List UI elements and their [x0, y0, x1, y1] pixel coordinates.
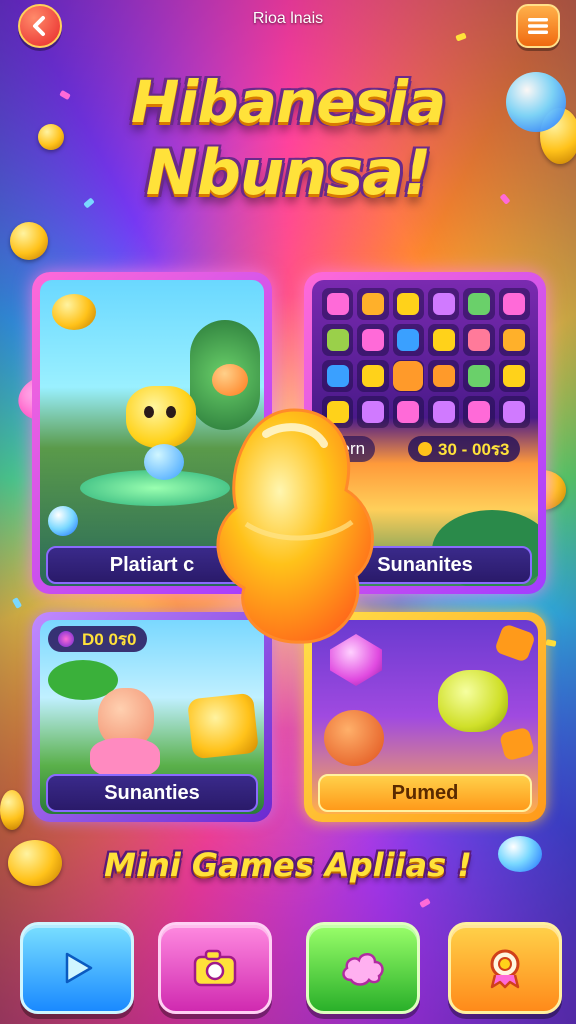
creature-eye-right [166, 406, 176, 418]
cloud-button[interactable] [306, 922, 420, 1014]
gem-cell [463, 360, 495, 392]
creature-eye-left [144, 406, 154, 418]
camera-icon [193, 949, 237, 987]
game-title-line-1: Hibanesia [130, 68, 446, 136]
confetti-decoration [545, 639, 557, 647]
gem-cell [392, 324, 424, 356]
coin-icon [418, 442, 432, 456]
blue-candy-ball [144, 444, 184, 480]
orange-candy [212, 364, 248, 396]
location-badge-button[interactable] [448, 922, 562, 1014]
card-2-score-value: 30 - 00ร3 [438, 439, 510, 459]
orange-candy-chunk [493, 623, 537, 663]
cartoon-creature [126, 386, 196, 448]
hamburger-menu-icon [528, 18, 548, 34]
menu-button[interactable] [516, 4, 560, 48]
cloud-icon [342, 953, 384, 986]
game-title-line-2: Nbunsa! [145, 136, 432, 209]
orange-cat-creature [324, 710, 384, 766]
play-icon [65, 952, 93, 984]
subtitle: Mini Games Apliias ! [104, 846, 472, 884]
card-3-label: Sunanties [46, 774, 258, 812]
top-bar: Rioa lnais [0, 0, 576, 48]
gem-cell [498, 288, 530, 320]
sponge-creature [187, 692, 259, 760]
card-3-score-value: D0 0ร0 [82, 629, 137, 649]
gem-cell [498, 360, 530, 392]
gem-cell [357, 360, 389, 392]
gem-cell [498, 396, 530, 428]
card-3-score: D0 0ร0 [48, 626, 147, 652]
app-title: Rioa lnais [252, 10, 324, 27]
card-4-label: Pumed [318, 774, 532, 812]
play-button[interactable] [20, 922, 134, 1014]
gem-cell [392, 288, 424, 320]
confetti-decoration [11, 597, 23, 609]
gem-cell [357, 324, 389, 356]
card-2-score: 30 - 00ร3 [408, 436, 520, 462]
gem-cell [357, 288, 389, 320]
gem-cell [463, 396, 495, 428]
gem-cell [428, 288, 460, 320]
gem-cell [463, 288, 495, 320]
gem-icon [58, 631, 74, 647]
confetti-decoration [419, 897, 431, 909]
coin-decoration [0, 790, 24, 830]
gem-cell [463, 324, 495, 356]
gem-cell [322, 324, 354, 356]
gem-cell [428, 360, 460, 392]
orange-candy-chunk [498, 726, 536, 762]
candy-blob-centerpiece [216, 408, 374, 644]
coin-stack-decoration [52, 294, 96, 330]
location-badge-icon [490, 949, 520, 989]
gem-cell [498, 324, 530, 356]
gem-cell [428, 324, 460, 356]
gem-cell [322, 288, 354, 320]
gem-cell [428, 396, 460, 428]
yellow-blob-creature [438, 670, 508, 732]
gem-cell [392, 396, 424, 428]
gem-cell [392, 360, 424, 392]
coin-decoration [10, 222, 48, 260]
lollipop-decoration [48, 506, 78, 536]
camera-button[interactable] [158, 922, 272, 1014]
monkey-body [90, 738, 160, 778]
gem-cell [322, 360, 354, 392]
